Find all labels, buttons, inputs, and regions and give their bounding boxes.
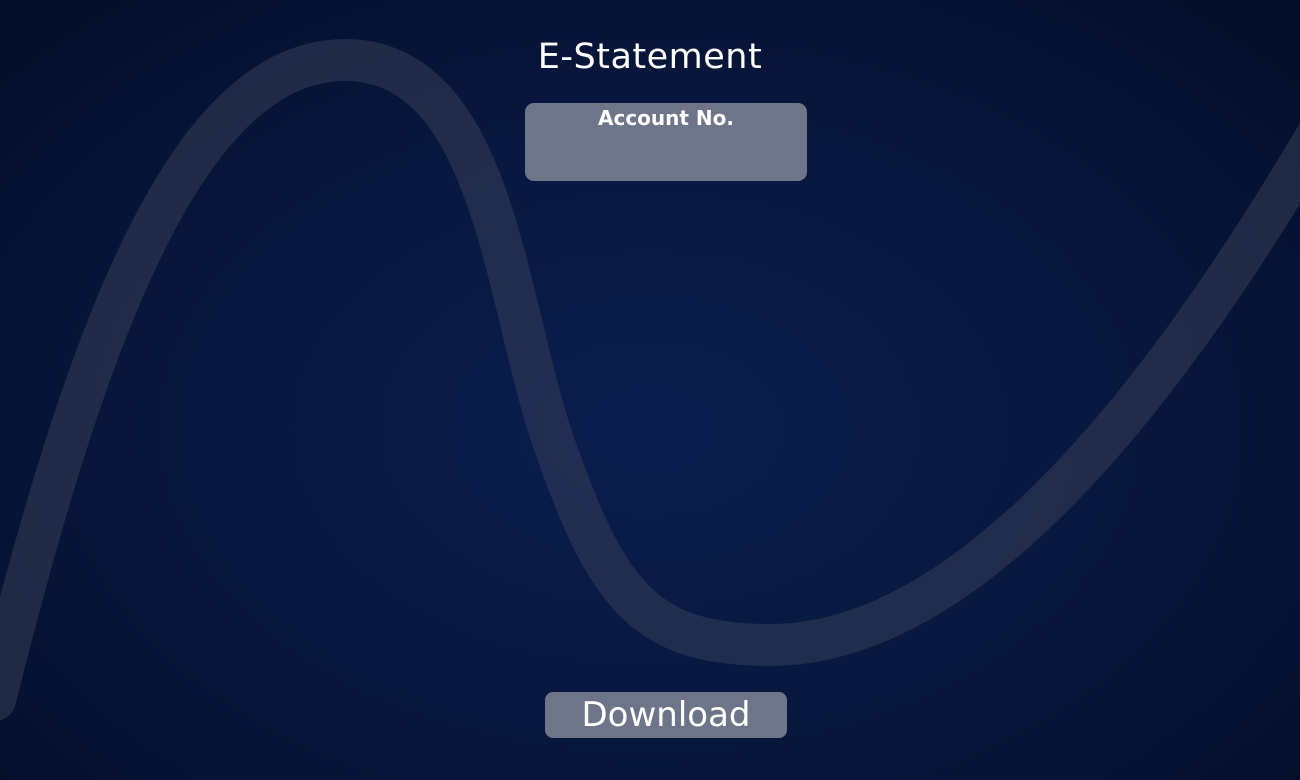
account-number-label: Account No. xyxy=(597,106,734,130)
account-number-input[interactable] xyxy=(537,136,795,170)
download-button[interactable]: Download xyxy=(545,692,787,738)
page-title: E-Statement xyxy=(537,37,763,77)
